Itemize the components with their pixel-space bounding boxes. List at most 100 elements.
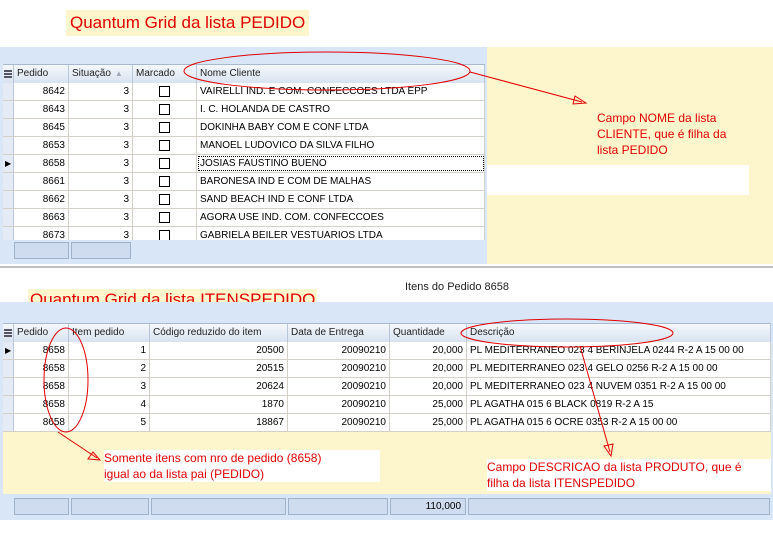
col-data-entrega[interactable]: Data de Entrega (288, 324, 390, 342)
cell-quantidade[interactable]: 20,000 (390, 342, 467, 359)
col-quantidade[interactable]: Quantidade (390, 324, 467, 342)
marcado-checkbox[interactable] (159, 86, 170, 97)
cell-descricao[interactable]: PL MEDITERRANEO 023 4 BERINJELA 0244 R-2… (467, 342, 771, 359)
row-indicator[interactable] (3, 209, 14, 226)
col-item-pedido[interactable]: Item pedido (69, 324, 150, 342)
table-row[interactable]: 8658 3 20624 20090210 20,000 PL MEDITERRANEO … (3, 378, 771, 396)
row-indicator[interactable] (3, 137, 14, 154)
cell-pedido[interactable]: 8658 (14, 378, 69, 395)
cell-pedido[interactable]: 8643 (14, 101, 69, 118)
cell-pedido[interactable]: 8658 (14, 360, 69, 377)
table-row[interactable]: 8645 3 DOKINHA BABY COM E CONF LTDA (3, 119, 485, 137)
cell-codigo[interactable]: 20500 (150, 342, 288, 359)
column-chooser-icon[interactable] (3, 324, 14, 342)
row-indicator[interactable] (3, 101, 14, 118)
col-descricao[interactable]: Descrição (467, 324, 771, 342)
column-chooser-icon[interactable] (3, 65, 14, 83)
cell-situacao[interactable]: 3 (69, 101, 133, 118)
col-marcado[interactable]: Marcado (133, 65, 197, 83)
table-row[interactable]: 8663 3 AGORA USE IND. COM. CONFECCOES (3, 209, 485, 227)
cell-data-entrega[interactable]: 20090210 (288, 378, 390, 395)
marcado-checkbox[interactable] (159, 194, 170, 205)
cell-nome-cliente[interactable]: BARONESA IND E COM DE MALHAS (197, 173, 485, 190)
marcado-checkbox[interactable] (159, 158, 170, 169)
row-indicator[interactable] (3, 119, 14, 136)
cell-situacao[interactable]: 3 (69, 119, 133, 136)
row-indicator[interactable] (3, 173, 14, 190)
col-situacao[interactable]: Situação ▲ (69, 65, 133, 83)
row-indicator[interactable] (3, 414, 14, 431)
cell-codigo[interactable]: 1870 (150, 396, 288, 413)
cell-codigo[interactable]: 18867 (150, 414, 288, 431)
col-pedido[interactable]: Pedido (14, 324, 69, 342)
cell-quantidade[interactable]: 20,000 (390, 360, 467, 377)
table-row[interactable]: ▶ 8658 3 JOSIAS FAUSTINO BUENO (3, 155, 485, 173)
cell-nome-cliente[interactable]: JOSIAS FAUSTINO BUENO (197, 155, 485, 172)
cell-codigo[interactable]: 20624 (150, 378, 288, 395)
row-indicator[interactable] (3, 396, 14, 413)
cell-item-pedido[interactable]: 1 (69, 342, 150, 359)
cell-pedido[interactable]: 8645 (14, 119, 69, 136)
table-row[interactable]: 8658 2 20515 20090210 20,000 PL MEDITERRANEO … (3, 360, 771, 378)
cell-codigo[interactable]: 20515 (150, 360, 288, 377)
cell-item-pedido[interactable]: 2 (69, 360, 150, 377)
cell-situacao[interactable]: 3 (69, 191, 133, 208)
cell-nome-cliente[interactable]: DOKINHA BABY COM E CONF LTDA (197, 119, 485, 136)
table-row[interactable]: 8658 5 18867 20090210 25,000 PL AGATHA 015 6 … (3, 414, 771, 432)
table-row[interactable]: 8661 3 BARONESA IND E COM DE MALHAS (3, 173, 485, 191)
cell-situacao[interactable]: 3 (69, 83, 133, 100)
cell-descricao[interactable]: PL AGATHA 015 6 BLACK 0819 R-2 A 15 (467, 396, 771, 413)
marcado-checkbox[interactable] (159, 176, 170, 187)
table-row[interactable]: 8643 3 I. C. HOLANDA DE CASTRO (3, 101, 485, 119)
cell-pedido[interactable]: 8658 (14, 396, 69, 413)
row-indicator[interactable] (3, 191, 14, 208)
cell-pedido[interactable]: 8658 (14, 414, 69, 431)
cell-situacao[interactable]: 3 (69, 155, 133, 172)
marcado-checkbox[interactable] (159, 212, 170, 223)
cell-nome-cliente[interactable]: AGORA USE IND. COM. CONFECCOES (197, 209, 485, 226)
cell-pedido[interactable]: 8658 (14, 155, 69, 172)
cell-data-entrega[interactable]: 20090210 (288, 342, 390, 359)
row-indicator[interactable]: ▶ (3, 342, 14, 359)
col-pedido[interactable]: Pedido (14, 65, 69, 83)
cell-pedido[interactable]: 8642 (14, 83, 69, 100)
row-indicator[interactable] (3, 360, 14, 377)
cell-descricao[interactable]: PL MEDITERRANEO 023 4 GELO 0256 R-2 A 15… (467, 360, 771, 377)
splitter[interactable] (0, 266, 773, 268)
table-row[interactable]: 8662 3 SAND BEACH IND E CONF LTDA (3, 191, 485, 209)
cell-nome-cliente[interactable]: I. C. HOLANDA DE CASTRO (197, 101, 485, 118)
row-indicator[interactable]: ▶ (3, 155, 14, 172)
cell-situacao[interactable]: 3 (69, 137, 133, 154)
cell-pedido[interactable]: 8662 (14, 191, 69, 208)
table-row[interactable]: 8642 3 VAIRELLI IND. E COM. CONFECCOES LTD… (3, 83, 485, 101)
cell-data-entrega[interactable]: 20090210 (288, 414, 390, 431)
cell-item-pedido[interactable]: 3 (69, 378, 150, 395)
cell-nome-cliente[interactable]: SAND BEACH IND E CONF LTDA (197, 191, 485, 208)
marcado-checkbox[interactable] (159, 140, 170, 151)
cell-nome-cliente[interactable]: MANOEL LUDOVICO DA SILVA FILHO (197, 137, 485, 154)
cell-data-entrega[interactable]: 20090210 (288, 360, 390, 377)
cell-situacao[interactable]: 3 (69, 209, 133, 226)
marcado-checkbox[interactable] (159, 122, 170, 133)
cell-situacao[interactable]: 3 (69, 173, 133, 190)
cell-descricao[interactable]: PL MEDITERRANEO 023 4 NUVEM 0351 R-2 A 1… (467, 378, 771, 395)
cell-quantidade[interactable]: 25,000 (390, 396, 467, 413)
cell-pedido[interactable]: 8661 (14, 173, 69, 190)
col-nome-cliente[interactable]: Nome Cliente (197, 65, 485, 83)
cell-descricao[interactable]: PL AGATHA 015 6 OCRE 0353 R-2 A 15 00 00 (467, 414, 771, 431)
table-row[interactable]: 8658 4 1870 20090210 25,000 PL AGATHA 015 6 B… (3, 396, 771, 414)
table-row[interactable]: 8653 3 MANOEL LUDOVICO DA SILVA FILHO (3, 137, 485, 155)
cell-data-entrega[interactable]: 20090210 (288, 396, 390, 413)
cell-pedido[interactable]: 8658 (14, 342, 69, 359)
cell-quantidade[interactable]: 20,000 (390, 378, 467, 395)
table-row[interactable]: ▶ 8658 1 20500 20090210 20,000 PL MEDITERRANEO… (3, 342, 771, 360)
marcado-checkbox[interactable] (159, 104, 170, 115)
cell-nome-cliente[interactable]: VAIRELLI IND. E COM. CONFECCOES LTDA EPP (197, 83, 485, 100)
cell-pedido[interactable]: 8663 (14, 209, 69, 226)
row-indicator[interactable] (3, 83, 14, 100)
cell-quantidade[interactable]: 25,000 (390, 414, 467, 431)
col-codigo-reduzido[interactable]: Código reduzido do item (150, 324, 288, 342)
cell-item-pedido[interactable]: 4 (69, 396, 150, 413)
row-indicator[interactable] (3, 378, 14, 395)
cell-pedido[interactable]: 8653 (14, 137, 69, 154)
